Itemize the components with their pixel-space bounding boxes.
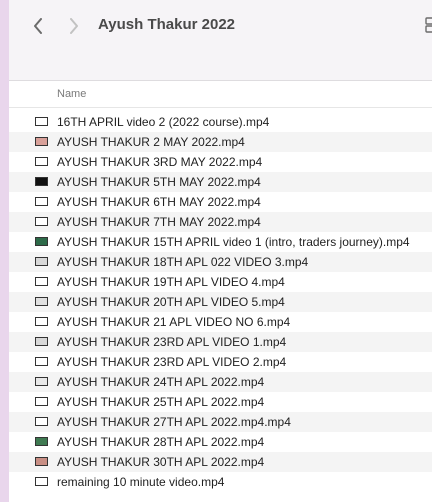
view-options-icon[interactable]	[425, 17, 432, 33]
file-name: AYUSH THAKUR 3RD MAY 2022.mp4	[57, 155, 263, 169]
video-thumbnail-icon	[35, 477, 48, 486]
sidebar-edge	[0, 0, 9, 502]
file-row[interactable]: remaining 10 minute video.mp4	[9, 472, 432, 492]
column-header-name[interactable]: Name	[57, 88, 86, 100]
video-thumbnail-icon	[35, 197, 48, 206]
video-thumbnail-icon	[35, 397, 48, 406]
finder-window: Ayush Thakur 2022 Name 16TH APRIL video …	[0, 0, 432, 502]
file-row[interactable]: AYUSH THAKUR 21 APL VIDEO NO 6.mp4	[9, 312, 432, 332]
video-thumbnail-icon	[35, 137, 48, 146]
file-name: AYUSH THAKUR 19TH APL VIDEO 4.mp4	[57, 275, 285, 289]
toolbar: Ayush Thakur 2022	[9, 0, 432, 81]
file-row[interactable]: AYUSH THAKUR 2 MAY 2022.mp4	[9, 132, 432, 152]
video-thumbnail-icon	[35, 457, 48, 466]
file-row[interactable]: AYUSH THAKUR 23RD APL VIDEO 1.mp4	[9, 332, 432, 352]
video-thumbnail-icon	[35, 437, 48, 446]
file-row[interactable]: AYUSH THAKUR 25TH APL 2022.mp4	[9, 392, 432, 412]
file-name: 16TH APRIL video 2 (2022 course).mp4	[57, 115, 270, 129]
file-row[interactable]: AYUSH THAKUR 15TH APRIL video 1 (intro, …	[9, 232, 432, 252]
file-row[interactable]: 16TH APRIL video 2 (2022 course).mp4	[9, 112, 432, 132]
file-name: AYUSH THAKUR 30TH APL 2022.mp4	[57, 455, 265, 469]
file-name: AYUSH THAKUR 23RD APL VIDEO 1.mp4	[57, 335, 287, 349]
file-row[interactable]: AYUSH THAKUR 19TH APL VIDEO 4.mp4	[9, 272, 432, 292]
file-row[interactable]: AYUSH THAKUR 24TH APL 2022.mp4	[9, 372, 432, 392]
file-name: AYUSH THAKUR 28TH APL 2022.mp4	[57, 435, 265, 449]
video-thumbnail-icon	[35, 377, 48, 386]
video-thumbnail-icon	[35, 257, 48, 266]
file-name: AYUSH THAKUR 5TH MAY 2022.mp4	[57, 175, 261, 189]
file-name: AYUSH THAKUR 25TH APL 2022.mp4	[57, 395, 265, 409]
chevron-right-icon	[70, 18, 78, 34]
file-row[interactable]: AYUSH THAKUR 27TH APL 2022.mp4.mp4	[9, 412, 432, 432]
file-row[interactable]: AYUSH THAKUR 28TH APL 2022.mp4	[9, 432, 432, 452]
file-row[interactable]: AYUSH THAKUR 18TH APL 022 VIDEO 3.mp4	[9, 252, 432, 272]
window-title: Ayush Thakur 2022	[98, 16, 235, 33]
video-thumbnail-icon	[35, 357, 48, 366]
file-name: AYUSH THAKUR 7TH MAY 2022.mp4	[57, 215, 261, 229]
file-row[interactable]: AYUSH THAKUR 5TH MAY 2022.mp4	[9, 172, 432, 192]
file-name: remaining 10 minute video.mp4	[57, 475, 225, 489]
video-thumbnail-icon	[35, 297, 48, 306]
forward-button[interactable]	[62, 14, 86, 38]
video-thumbnail-icon	[35, 337, 48, 346]
file-row[interactable]: AYUSH THAKUR 20TH APL VIDEO 5.mp4	[9, 292, 432, 312]
video-thumbnail-icon	[35, 157, 48, 166]
back-button[interactable]	[26, 14, 50, 38]
column-header-row: Name	[9, 81, 432, 108]
file-row[interactable]: AYUSH THAKUR 7TH MAY 2022.mp4	[9, 212, 432, 232]
file-name: AYUSH THAKUR 21 APL VIDEO NO 6.mp4	[57, 315, 291, 329]
video-thumbnail-icon	[35, 417, 48, 426]
file-row[interactable]: AYUSH THAKUR 30TH APL 2022.mp4	[9, 452, 432, 472]
file-name: AYUSH THAKUR 20TH APL VIDEO 5.mp4	[57, 295, 285, 309]
file-row[interactable]: AYUSH THAKUR 3RD MAY 2022.mp4	[9, 152, 432, 172]
file-name: AYUSH THAKUR 27TH APL 2022.mp4.mp4	[57, 415, 291, 429]
file-name: AYUSH THAKUR 6TH MAY 2022.mp4	[57, 195, 261, 209]
video-thumbnail-icon	[35, 277, 48, 286]
file-name: AYUSH THAKUR 15TH APRIL video 1 (intro, …	[57, 235, 410, 249]
file-name: AYUSH THAKUR 23RD APL VIDEO 2.mp4	[57, 355, 287, 369]
file-row[interactable]: AYUSH THAKUR 23RD APL VIDEO 2.mp4	[9, 352, 432, 372]
file-list: 16TH APRIL video 2 (2022 course).mp4 AYUS…	[9, 112, 432, 502]
video-thumbnail-icon	[35, 177, 48, 186]
file-name: AYUSH THAKUR 24TH APL 2022.mp4	[57, 375, 265, 389]
video-thumbnail-icon	[35, 317, 48, 326]
file-row[interactable]: AYUSH THAKUR 6TH MAY 2022.mp4	[9, 192, 432, 212]
video-thumbnail-icon	[35, 237, 48, 246]
chevron-left-icon	[34, 18, 42, 34]
file-name: AYUSH THAKUR 18TH APL 022 VIDEO 3.mp4	[57, 255, 309, 269]
video-thumbnail-icon	[35, 117, 48, 126]
file-name: AYUSH THAKUR 2 MAY 2022.mp4	[57, 135, 245, 149]
video-thumbnail-icon	[35, 217, 48, 226]
